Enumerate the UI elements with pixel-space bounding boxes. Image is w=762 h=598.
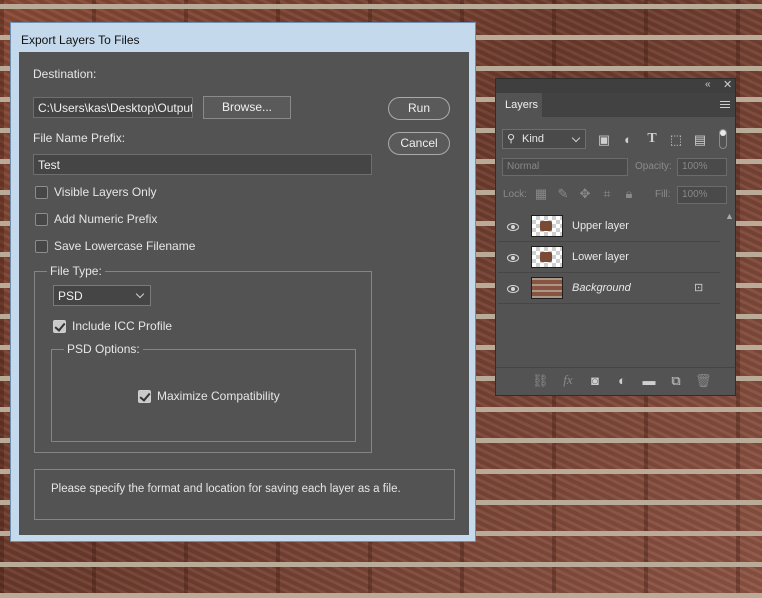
chevron-down-icon (135, 289, 145, 299)
layers-panel: « ✕ Layers ⚲ Kind ▣ ◐ T ⬚ ▤ Normal Opaci… (495, 78, 736, 396)
filter-toggle-switch[interactable] (719, 129, 727, 149)
search-icon: ⚲ (507, 133, 516, 145)
layers-bottom-toolbar: ⛓ fx ◙ ◐ ▬ ⧉ 🗑︎ (496, 367, 735, 395)
add-numeric-prefix-checkbox[interactable] (35, 212, 48, 226)
chevron-down-icon (571, 133, 581, 143)
layer-style-fx-icon[interactable]: fx (560, 373, 576, 387)
delete-layer-trash-icon[interactable]: 🗑︎ (695, 374, 712, 388)
visible-layers-only-label: Visible Layers Only (54, 185, 157, 199)
new-group-folder-icon[interactable]: ▬ (641, 374, 657, 388)
tab-layers[interactable]: Layers (496, 93, 542, 117)
file-type-legend: File Type: (47, 264, 105, 278)
fill-label: Fill: (655, 189, 671, 200)
opacity-label: Opacity: (635, 161, 672, 172)
file-type-select[interactable]: PSD (53, 285, 151, 306)
add-numeric-prefix-label: Add Numeric Prefix (54, 212, 158, 226)
lock-icon: ⊡ (694, 282, 704, 294)
adjustment-filter-icon[interactable]: ◐ (620, 133, 636, 147)
fill-value: 100% (682, 189, 708, 200)
pixel-filter-icon[interactable]: ▣ (596, 133, 612, 147)
add-numeric-prefix-option[interactable]: Add Numeric Prefix (35, 212, 157, 226)
eye-icon[interactable] (507, 254, 519, 262)
opacity-field[interactable]: 100% (677, 158, 727, 176)
layer-list: Upper layer Lower layer Background ⊡ ▲ (496, 211, 737, 371)
include-icc-checkbox[interactable] (53, 319, 66, 333)
save-lowercase-checkbox[interactable] (35, 239, 48, 253)
new-layer-icon[interactable]: ⧉ (668, 374, 684, 388)
dialog-body: Destination: C:\Users\kas\Desktop\Output… (19, 52, 469, 535)
maximize-compatibility-checkbox[interactable] (138, 389, 151, 403)
fill-field[interactable]: 100% (677, 186, 727, 204)
export-layers-dialog: Export Layers To Files Destination: C:\U… (10, 22, 476, 542)
filter-kind-label: Kind (522, 133, 545, 145)
eye-icon[interactable] (507, 223, 519, 231)
layer-name: Upper layer (572, 220, 629, 232)
lock-transparent-pixels-icon[interactable]: ▦ (533, 187, 549, 201)
add-mask-icon[interactable]: ◙ (587, 374, 603, 388)
layer-row-background[interactable]: Background ⊡ (498, 273, 720, 304)
lock-position-icon[interactable]: ✥ (577, 187, 593, 201)
layer-list-scrollbar[interactable]: ▲ (722, 211, 736, 371)
save-lowercase-option[interactable]: Save Lowercase Filename (35, 239, 195, 253)
filter-kind-select[interactable]: ⚲ Kind (502, 129, 586, 149)
link-layers-icon[interactable]: ⛓ (532, 374, 549, 388)
dialog-title: Export Layers To Files (21, 33, 140, 47)
layer-name: Background (572, 282, 631, 294)
shape-filter-icon[interactable]: ⬚ (668, 133, 684, 147)
panel-tab-row: Layers (496, 93, 735, 117)
psd-options-legend: PSD Options: (64, 342, 143, 356)
destination-label: Destination: (33, 67, 97, 81)
panel-header-strip: « ✕ (496, 79, 735, 93)
visible-layers-only-option[interactable]: Visible Layers Only (35, 185, 157, 199)
smart-object-filter-icon[interactable]: ▤ (692, 133, 708, 147)
layer-row-upper-layer[interactable]: Upper layer (498, 211, 720, 242)
lock-artboard-icon[interactable]: ⌗ (599, 187, 615, 201)
destination-field[interactable]: C:\Users\kas\Desktop\Output (33, 97, 193, 118)
blend-mode-select[interactable]: Normal (502, 158, 628, 176)
prefix-label: File Name Prefix: (33, 131, 126, 145)
file-type-selected: PSD (58, 289, 83, 303)
maximize-compatibility-option[interactable]: Maximize Compatibility (138, 389, 280, 403)
psd-options-group: PSD Options: Maximize Compatibility (51, 342, 356, 442)
prefix-field[interactable]: Test (33, 154, 372, 175)
type-filter-icon[interactable]: T (644, 132, 660, 146)
close-icon[interactable]: ✕ (723, 78, 732, 91)
save-lowercase-label: Save Lowercase Filename (54, 239, 196, 253)
cancel-button[interactable]: Cancel (388, 132, 450, 155)
panel-menu-icon[interactable] (720, 101, 730, 108)
help-text: Please specify the format and location f… (51, 483, 401, 495)
layer-thumbnail (531, 215, 563, 237)
eye-icon[interactable] (507, 285, 519, 293)
visible-layers-only-checkbox[interactable] (35, 185, 48, 199)
include-icc-label: Include ICC Profile (72, 319, 173, 333)
run-button[interactable]: Run (388, 97, 450, 120)
layer-name: Lower layer (572, 251, 629, 263)
lock-image-pixels-icon[interactable]: ✎ (555, 187, 571, 201)
lock-label: Lock: (503, 189, 527, 200)
layer-row-lower-layer[interactable]: Lower layer (498, 242, 720, 273)
help-box: Please specify the format and location f… (34, 469, 455, 520)
collapse-panel-icon[interactable]: « (705, 79, 711, 90)
file-type-group: File Type: PSD Include ICC Profile PSD O… (34, 264, 372, 453)
browse-button[interactable]: Browse... (203, 96, 291, 119)
opacity-value: 100% (682, 161, 708, 172)
lock-all-icon[interactable]: 🔒︎ (621, 187, 637, 201)
maximize-compatibility-label: Maximize Compatibility (157, 389, 280, 403)
include-icc-option[interactable]: Include ICC Profile (53, 319, 172, 333)
layer-thumbnail (531, 246, 563, 268)
blend-mode-value: Normal (507, 161, 540, 172)
layer-thumbnail (531, 277, 563, 299)
new-adjustment-layer-icon[interactable]: ◐ (614, 374, 630, 388)
